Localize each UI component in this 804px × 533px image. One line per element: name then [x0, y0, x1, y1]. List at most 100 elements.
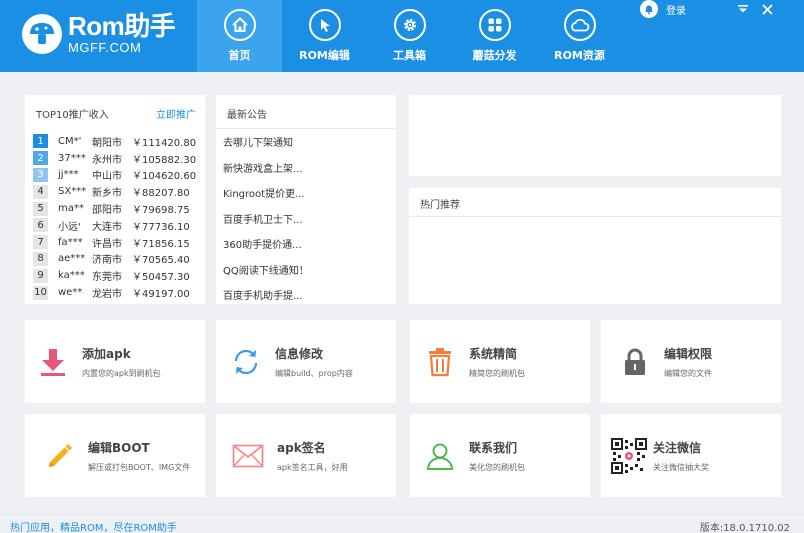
minimize-icon — [738, 5, 748, 13]
login-button[interactable]: 登录 — [640, 0, 686, 18]
rank-amount: ￥50457.30 — [132, 272, 190, 284]
rank-city: 朝阳市 — [92, 137, 122, 149]
user-avatar-icon — [640, 0, 658, 18]
tool-title: 联系我们 — [469, 440, 518, 455]
notice-item[interactable]: Kingroot提价更... — [223, 180, 396, 206]
rank-user: jj*** — [58, 169, 79, 181]
add-apk-button[interactable]: 添加apk 内置您的apk到刷机包 — [25, 320, 205, 403]
cursor-icon — [308, 9, 341, 41]
list-item: 6 小远' 大连市 ￥77736.10 — [33, 217, 203, 234]
tool-title: 编辑BOOT — [88, 440, 150, 455]
tool-desc: 精简您的刷机包 — [469, 368, 525, 378]
footer-slogan-link[interactable]: 热门应用，精品ROM，尽在ROM助手 — [10, 519, 177, 533]
rank-city: 邵阳市 — [92, 205, 122, 217]
trash-icon — [424, 346, 456, 378]
tool-title: apk签名 — [277, 440, 326, 455]
logo-subtitle: MGFF.COM — [68, 40, 142, 55]
status-bar: 热门应用，精品ROM，尽在ROM助手 版本:18.0.1710.02 — [0, 514, 804, 533]
nav-rom-edit-label: ROM编辑 — [299, 49, 350, 62]
rank-number: 2 — [33, 151, 48, 166]
qr-code-icon — [611, 437, 647, 474]
notice-item[interactable]: 百度手机助手提... — [223, 282, 396, 308]
nav-distribution-label: 蘑菇分发 — [472, 49, 517, 62]
version-label: 版本:18.0.1710.02 — [699, 523, 790, 533]
notice-item[interactable]: 去哪儿下架通知 — [223, 129, 396, 155]
nav-distribution[interactable]: 蘑菇分发 — [452, 0, 537, 72]
tool-title: 编辑权限 — [664, 346, 713, 361]
rank-user: CM*' — [58, 135, 82, 147]
edit-permissions-button[interactable]: 编辑权限 编辑您的文件 — [601, 320, 781, 403]
tool-desc: 解压或打包BOOT、IMG文件 — [88, 462, 191, 472]
contact-us-button[interactable]: 联系我们 美化您的刷机包 — [410, 414, 590, 497]
tool-desc: 编辑您的文件 — [664, 368, 712, 378]
rank-city: 中山市 — [92, 171, 122, 183]
close-button[interactable] — [757, 0, 777, 18]
rank-amount: ￥70565.40 — [132, 255, 190, 267]
notice-item[interactable]: 360助手提价通... — [223, 231, 396, 257]
tool-title: 信息修改 — [275, 346, 324, 361]
rank-city: 大连市 — [92, 221, 122, 233]
rank-user: ka*** — [58, 270, 85, 282]
nav-home[interactable]: 首页 — [197, 0, 282, 72]
hot-recommend-title: 热门推荐 — [409, 188, 781, 217]
pencil-icon — [43, 440, 75, 472]
notice-item[interactable]: 新快游戏盒上架... — [223, 155, 396, 181]
rank-number: 10 — [33, 285, 48, 300]
notice-title: 最新公告 — [216, 95, 396, 129]
nav-toolbox[interactable]: 工具箱 — [367, 0, 452, 72]
follow-wechat-button[interactable]: 关注微信 关注微信抽大奖 — [601, 414, 781, 497]
rank-city: 东莞市 — [92, 272, 122, 284]
download-icon — [37, 346, 69, 378]
list-item: 2 37*** 永州市 ￥105882.30 — [33, 150, 203, 167]
login-label: 登录 — [666, 5, 686, 17]
user-icon — [424, 440, 456, 472]
list-item: 5 ma** 邵阳市 ￥79698.75 — [33, 200, 203, 217]
nav-rom-edit[interactable]: ROM编辑 — [282, 0, 367, 72]
cloud-icon — [563, 9, 596, 41]
lock-icon — [619, 346, 651, 378]
logo-title: Rom助手 — [68, 11, 176, 41]
apk-sign-button[interactable]: apk签名 apk签名工具，好用 — [216, 414, 396, 497]
top10-list: 1 CM*' 朝阳市 ￥111420.80 2 37*** 永州市 ￥105882.30 3… — [33, 133, 203, 301]
rank-city: 许昌市 — [92, 238, 122, 250]
list-item: 1 CM*' 朝阳市 ￥111420.80 — [33, 133, 203, 150]
rank-user: we** — [58, 287, 83, 299]
rank-user: fa*** — [58, 236, 83, 248]
tool-desc: 编辑build、prop内容 — [275, 368, 353, 378]
rank-city: 永州市 — [92, 154, 122, 166]
nav-rom-resources[interactable]: ROM资源 — [537, 0, 622, 72]
nav-home-label: 首页 — [228, 49, 251, 62]
list-item: 7 fa*** 许昌市 ￥71856.15 — [33, 234, 203, 251]
home-icon — [223, 9, 256, 41]
rank-number: 4 — [33, 184, 48, 199]
rank-user: ma** — [58, 203, 84, 215]
minimize-button[interactable] — [733, 0, 753, 18]
tool-title: 关注微信 — [653, 440, 702, 455]
rank-number: 5 — [33, 201, 48, 216]
list-item: 4 SX*** 新乡市 ￥88207.80 — [33, 183, 203, 200]
mushroom-logo-icon — [22, 13, 62, 54]
hot-recommend-panel: 热门推荐 — [409, 188, 781, 304]
nav-rom-resources-label: ROM资源 — [554, 49, 605, 62]
notice-item[interactable]: 百度手机卫士下... — [223, 206, 396, 232]
edit-boot-button[interactable]: 编辑BOOT 解压或打包BOOT、IMG文件 — [25, 414, 205, 497]
rank-number: 1 — [33, 134, 48, 149]
rank-city: 济南市 — [92, 255, 122, 267]
list-item: 3 jj*** 中山市 ￥104620.60 — [33, 167, 203, 184]
banner-area[interactable] — [409, 95, 781, 176]
main-nav: 首页 ROM编辑 工具箱 蘑菇分发 ROM资源 — [197, 0, 622, 72]
notice-panel: 最新公告 去哪儿下架通知 新快游戏盒上架... Kingroot提价更... 百… — [216, 95, 396, 304]
system-slim-button[interactable]: 系统精简 精简您的刷机包 — [410, 320, 590, 403]
edit-info-button[interactable]: 信息修改 编辑build、prop内容 — [216, 320, 396, 403]
notice-item[interactable]: QQ阅读下线通知！ — [223, 257, 396, 283]
refresh-icon — [230, 346, 262, 378]
list-item: 8 ae*** 济南市 ￥70565.40 — [33, 251, 203, 268]
promote-now-link[interactable]: 立即推广 — [156, 106, 196, 121]
top10-title: TOP10推广收入 — [36, 110, 109, 121]
rank-amount: ￥71856.15 — [132, 238, 190, 250]
tool-desc: apk签名工具，好用 — [277, 462, 348, 472]
tool-title: 系统精简 — [469, 346, 518, 361]
rank-amount: ￥49197.00 — [132, 289, 190, 301]
rank-number: 9 — [33, 268, 48, 283]
rank-city: 龙岩市 — [92, 289, 122, 301]
